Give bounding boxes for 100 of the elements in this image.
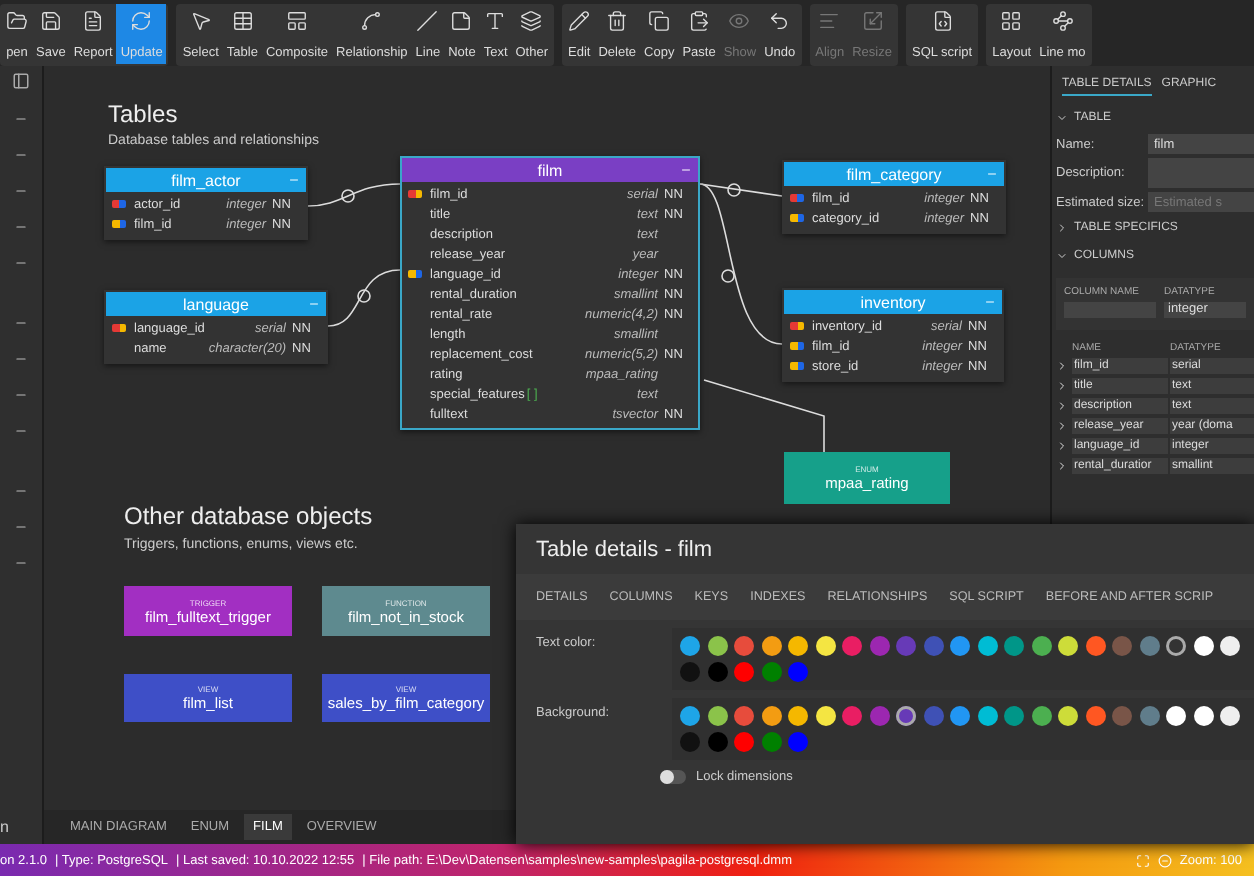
color-swatch[interactable] xyxy=(869,636,889,656)
collapse-icon[interactable] xyxy=(14,316,28,330)
color-swatch[interactable] xyxy=(1193,636,1213,656)
color-swatch[interactable] xyxy=(734,732,754,752)
color-swatch[interactable] xyxy=(842,636,862,656)
color-swatch[interactable] xyxy=(815,636,835,656)
color-swatch[interactable] xyxy=(1004,706,1024,726)
relationship-line xyxy=(307,183,401,207)
color-swatch[interactable] xyxy=(1193,706,1213,726)
key-icon xyxy=(790,214,804,222)
table-name: film xyxy=(537,161,563,179)
dialog-title: Table details - film xyxy=(534,536,715,566)
color-swatch[interactable] xyxy=(869,706,889,726)
table-icon xyxy=(231,10,254,32)
color-swatch[interactable] xyxy=(680,662,700,682)
save-icon xyxy=(39,10,62,32)
color-swatch[interactable] xyxy=(761,662,781,682)
color-swatch[interactable] xyxy=(1031,636,1051,656)
collapse-icon[interactable] xyxy=(14,556,28,570)
color-swatch[interactable] xyxy=(1112,706,1132,726)
curve-icon xyxy=(360,10,383,32)
table-node[interactable] xyxy=(400,156,700,430)
color-swatch[interactable] xyxy=(950,636,970,656)
relationship-line xyxy=(703,379,825,453)
color-swatch[interactable] xyxy=(680,706,700,726)
color-swatch[interactable] xyxy=(1220,706,1240,726)
color-swatch[interactable] xyxy=(761,732,781,752)
eye-icon xyxy=(728,10,751,32)
key-icon xyxy=(790,194,804,202)
collapse-icon[interactable] xyxy=(14,484,28,498)
panel-icon[interactable] xyxy=(12,72,30,90)
color-swatch[interactable] xyxy=(1085,636,1105,656)
color-swatch[interactable] xyxy=(707,706,727,726)
color-swatch[interactable] xyxy=(734,706,754,726)
align-icon xyxy=(818,10,841,32)
color-swatch[interactable] xyxy=(761,706,781,726)
key-icon xyxy=(112,324,126,332)
layers-icon xyxy=(520,10,543,32)
fullscreen-icon[interactable] xyxy=(1135,853,1150,867)
chevron-icon xyxy=(1056,250,1068,262)
color-swatch[interactable] xyxy=(788,636,808,656)
color-swatch[interactable] xyxy=(734,662,754,682)
color-swatch[interactable] xyxy=(1139,706,1159,726)
chevron-icon xyxy=(1056,222,1068,234)
text-icon xyxy=(484,10,507,32)
color-swatch[interactable] xyxy=(1085,706,1105,726)
color-swatch[interactable] xyxy=(842,706,862,726)
color-swatch[interactable] xyxy=(1166,636,1186,656)
color-swatch[interactable] xyxy=(815,706,835,726)
color-swatch[interactable] xyxy=(1031,706,1051,726)
collapse-icon[interactable] xyxy=(14,424,28,438)
color-swatch[interactable] xyxy=(923,636,943,656)
color-swatch[interactable] xyxy=(680,732,700,752)
collapse-icon[interactable] xyxy=(14,184,28,198)
color-swatch[interactable] xyxy=(680,636,700,656)
color-swatch[interactable] xyxy=(1112,636,1132,656)
collapse-icon[interactable] xyxy=(680,164,692,176)
document-icon xyxy=(82,10,105,32)
color-swatch[interactable] xyxy=(1004,636,1024,656)
line-icon xyxy=(416,10,439,32)
color-swatch[interactable] xyxy=(923,706,943,726)
table-name: film_actor xyxy=(171,171,241,189)
color-swatch[interactable] xyxy=(1058,706,1078,726)
relationship-line xyxy=(327,269,401,327)
collapse-icon[interactable] xyxy=(14,520,28,534)
color-swatch[interactable] xyxy=(977,706,997,726)
lock-toggle[interactable] xyxy=(660,770,686,784)
color-swatch[interactable] xyxy=(896,636,916,656)
color-swatch[interactable] xyxy=(788,732,808,752)
color-swatch[interactable] xyxy=(950,706,970,726)
section-title: Tables xyxy=(108,100,178,128)
color-swatch[interactable] xyxy=(977,636,997,656)
note-icon xyxy=(450,10,473,32)
paste-icon xyxy=(688,10,711,32)
zoom-out-icon[interactable] xyxy=(1157,853,1172,867)
collapse-icon[interactable] xyxy=(14,256,28,270)
grid-icon xyxy=(1000,10,1023,32)
collapse-icon[interactable] xyxy=(14,352,28,366)
collapse-icon[interactable] xyxy=(14,220,28,234)
color-swatch[interactable] xyxy=(734,636,754,656)
color-swatch[interactable] xyxy=(788,706,808,726)
key-icon xyxy=(112,200,126,208)
collapse-icon[interactable] xyxy=(14,148,28,162)
color-swatch[interactable] xyxy=(761,636,781,656)
color-swatch[interactable] xyxy=(1220,636,1240,656)
sidebar-label: n xyxy=(0,818,9,836)
color-swatch[interactable] xyxy=(707,732,727,752)
waypoints-icon xyxy=(1051,10,1074,32)
key-icon xyxy=(790,322,804,330)
collapse-icon[interactable] xyxy=(14,388,28,402)
color-swatch[interactable] xyxy=(1166,706,1186,726)
color-swatch[interactable] xyxy=(707,662,727,682)
color-swatch[interactable] xyxy=(1058,636,1078,656)
key-icon xyxy=(790,362,804,370)
color-swatch[interactable] xyxy=(788,662,808,682)
pencil-icon xyxy=(568,10,591,32)
color-swatch[interactable] xyxy=(707,636,727,656)
collapse-icon[interactable] xyxy=(14,112,28,126)
color-swatch[interactable] xyxy=(1139,636,1159,656)
color-swatch[interactable] xyxy=(896,706,916,726)
